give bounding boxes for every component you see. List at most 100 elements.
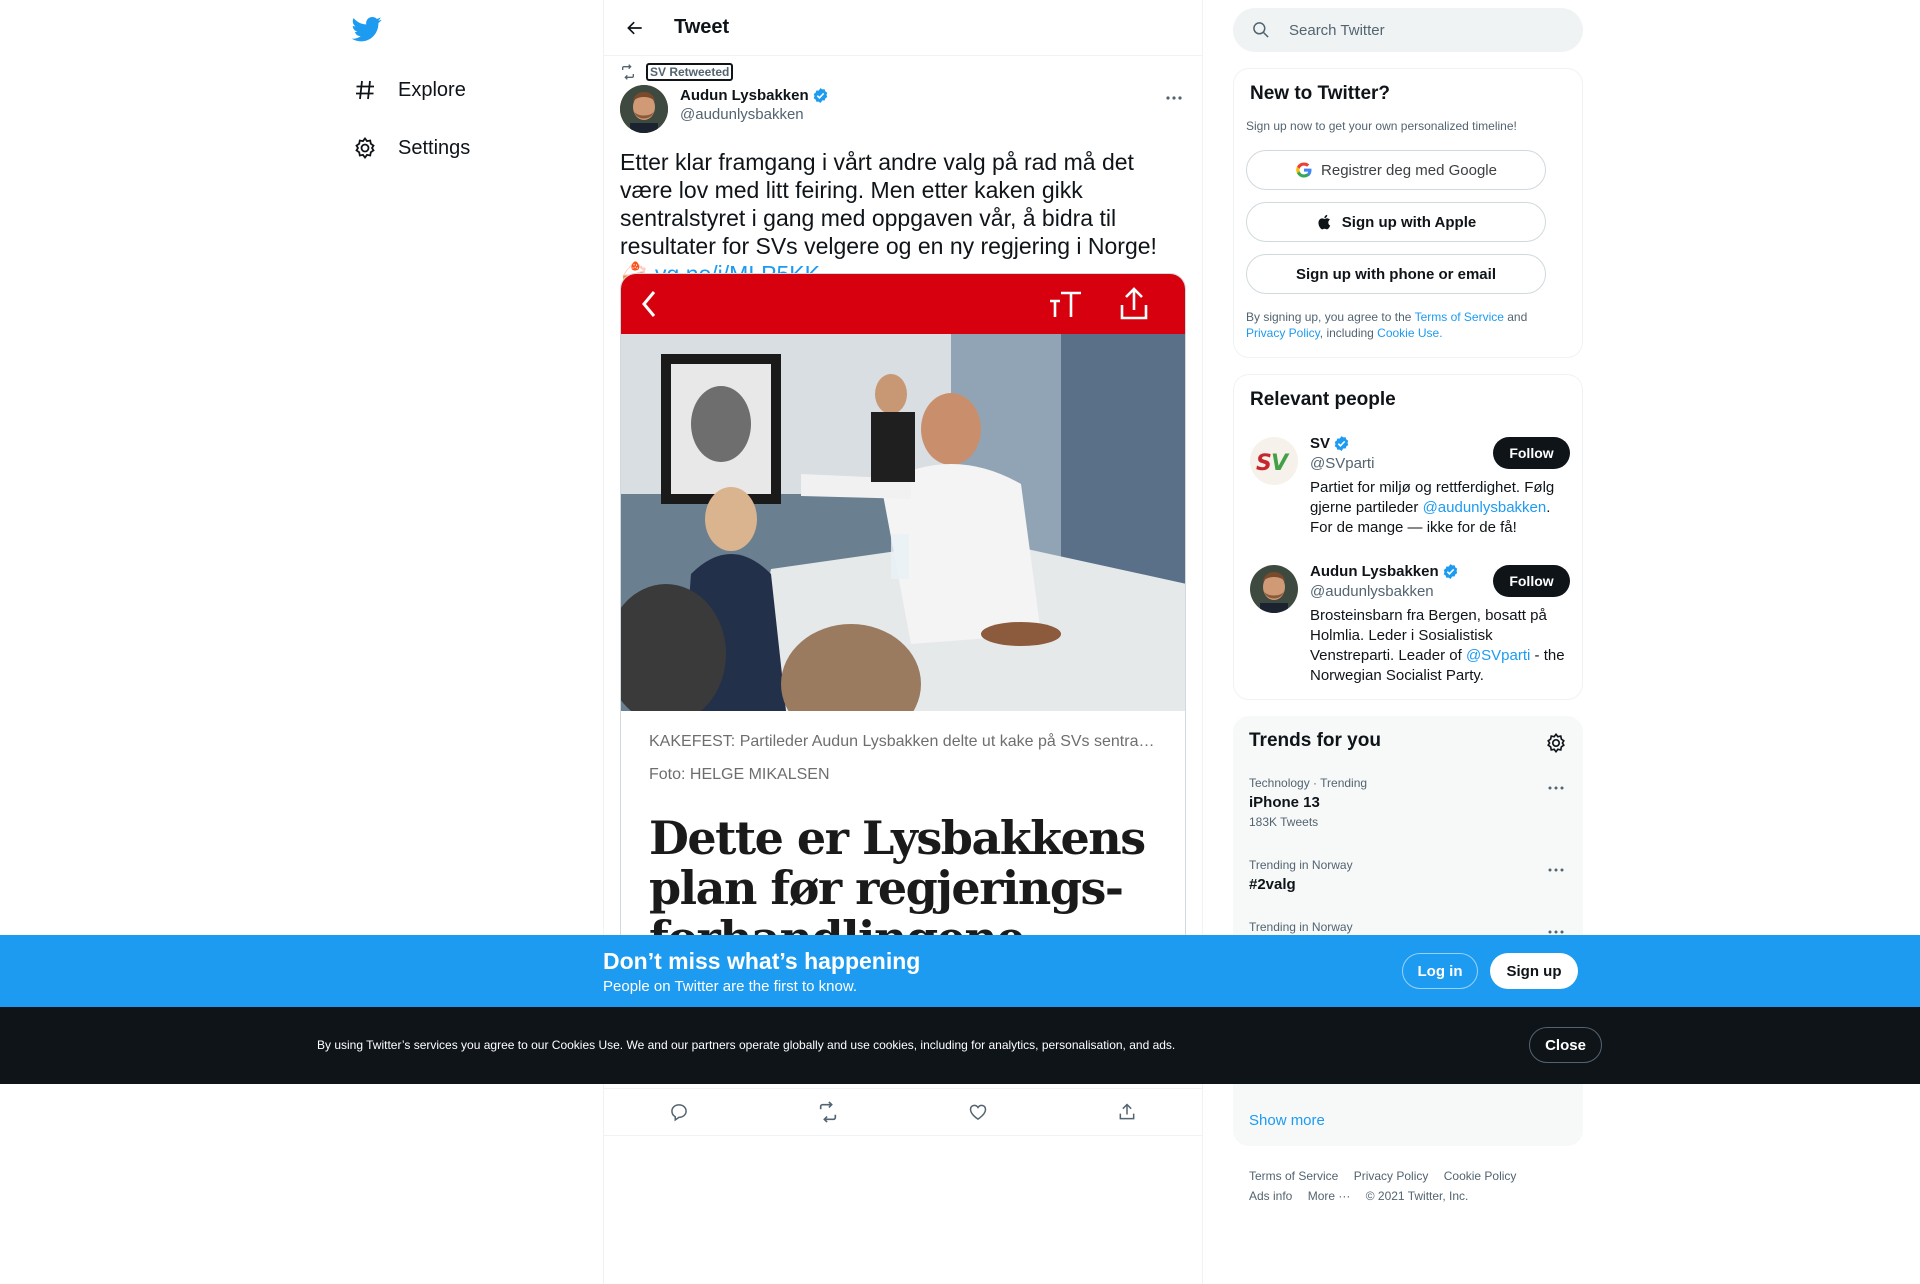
footer-copyright: © 2021 Twitter, Inc.: [1365, 1189, 1469, 1203]
signup-banner: Don’t miss what’s happening People on Tw…: [0, 935, 1920, 1007]
follow-button[interactable]: Follow: [1493, 437, 1570, 469]
nav-label-settings: Settings: [398, 136, 471, 159]
avatar[interactable]: [620, 85, 668, 133]
apple-icon: [1318, 214, 1330, 230]
verified-badge-icon: [1443, 564, 1457, 579]
reply-icon: [670, 1104, 687, 1122]
signup-button[interactable]: Sign up: [1490, 953, 1578, 989]
author-handle: @audunlysbakken: [680, 106, 804, 123]
main-header: Tweet: [604, 0, 1202, 56]
apple-signup-button[interactable]: Sign up with Apple: [1246, 202, 1546, 242]
tweet-text: Etter klar framgang i vårt andre valg på…: [620, 148, 1188, 288]
more-options-icon[interactable]: [1162, 88, 1186, 108]
footer-more-link[interactable]: More ···: [1308, 1189, 1351, 1203]
twitter-bird-icon[interactable]: [351, 14, 382, 44]
footer-ads-link[interactable]: Ads info: [1249, 1189, 1292, 1203]
back-button[interactable]: [618, 11, 652, 45]
relevant-people-title: Relevant people: [1250, 389, 1396, 410]
more-options-icon[interactable]: [1545, 862, 1567, 878]
phone-signup-label: Sign up with phone or email: [1295, 265, 1496, 283]
svg-text:S: S: [1256, 451, 1272, 476]
show-more-link[interactable]: Show more: [1249, 1112, 1325, 1129]
text-size-icon: [1050, 291, 1081, 317]
footer-cookie-link[interactable]: Cookie Policy: [1444, 1169, 1517, 1183]
nav-label-explore: Explore: [398, 78, 466, 101]
google-signup-button[interactable]: Registrer deg med Google: [1246, 150, 1546, 190]
tweet-actions: [604, 1088, 1202, 1136]
gear-icon[interactable]: [1545, 732, 1567, 754]
trend-item[interactable]: Technology · Trending iPhone 13 183K Twe…: [1249, 776, 1567, 829]
signup-banner-subtitle: People on Twitter are the first to know.: [603, 978, 858, 995]
avatar[interactable]: SV: [1250, 437, 1298, 485]
retweet-icon: [820, 1101, 837, 1123]
verified-badge-icon: [1334, 436, 1349, 451]
footer-terms-link[interactable]: Terms of Service: [1249, 1169, 1338, 1183]
trends-title: Trends for you: [1249, 730, 1381, 751]
terms-link[interactable]: Terms of Service: [1415, 310, 1504, 324]
new-to-twitter-subtitle: Sign up now to get your own personalized…: [1246, 119, 1517, 133]
share-icon: [1119, 1103, 1135, 1120]
author-name: Audun Lysbakken: [680, 87, 809, 104]
main-column: Tweet SV Retweeted Audun Lysbakken @audu…: [603, 0, 1203, 1284]
nav-item-settings[interactable]: Settings: [352, 128, 470, 168]
tweet-author[interactable]: Audun Lysbakken @audunlysbakken: [620, 85, 829, 133]
retweet-context: SV Retweeted: [620, 63, 734, 81]
trend-name: #2valg: [1249, 876, 1296, 893]
gear-icon: [352, 135, 378, 161]
trend-item[interactable]: Trending in Norway #2valg: [1249, 858, 1567, 893]
sidebar-footer: Terms of Service Privacy Policy Cookie P…: [1249, 1166, 1569, 1206]
nav-item-explore[interactable]: Explore: [352, 70, 466, 110]
apple-signup-label: Sign up with Apple: [1341, 213, 1477, 231]
share-page-icon: [1120, 287, 1148, 320]
retweet-button[interactable]: [811, 1095, 845, 1129]
reply-button[interactable]: [662, 1095, 696, 1129]
privacy-link[interactable]: Privacy Policy: [1246, 326, 1320, 340]
article-photo: [621, 334, 1185, 711]
cookie-banner: By using Twitter’s services you agree to…: [0, 1007, 1920, 1084]
photo-credit: Foto: HELGE MIKALSEN: [649, 766, 830, 783]
svg-text:V: V: [1271, 451, 1290, 476]
avatar[interactable]: [1250, 565, 1298, 613]
retweet-icon: [622, 64, 634, 80]
phone-email-signup-button[interactable]: Sign up with phone or email: [1246, 254, 1546, 294]
footer-row-1: Terms of Service Privacy Policy Cookie P…: [1249, 1166, 1569, 1186]
heart-icon: [969, 1104, 987, 1120]
terms-prefix: By signing up, you agree to the: [1246, 310, 1415, 324]
author-name-row[interactable]: Audun Lysbakken: [680, 87, 829, 104]
search-input[interactable]: [1289, 21, 1559, 39]
bio-mention-link[interactable]: @audunlysbakken: [1423, 499, 1547, 516]
new-to-twitter-card: New to Twitter? Sign up now to get your …: [1233, 68, 1583, 358]
new-to-twitter-title: New to Twitter?: [1250, 83, 1391, 104]
share-button[interactable]: [1110, 1095, 1144, 1129]
relevant-people-card: Relevant people SV SV @SVparti Partiet f…: [1233, 374, 1583, 700]
trend-meta: Technology · Trending: [1249, 776, 1368, 790]
trend-name: iPhone 13: [1249, 794, 1320, 811]
login-button[interactable]: Log in: [1402, 953, 1478, 989]
trend-meta: Trending in Norway: [1249, 858, 1353, 872]
footer-row-2: Ads info More ··· © 2021 Twitter, Inc.: [1249, 1186, 1569, 1206]
trend-meta: Trending in Norway: [1249, 920, 1353, 934]
follow-button[interactable]: Follow: [1493, 565, 1570, 597]
signup-terms: By signing up, you agree to the Terms of…: [1246, 309, 1566, 341]
cookie-use-link[interactable]: Cookie Use.: [1377, 326, 1442, 340]
search-box[interactable]: [1233, 8, 1583, 52]
search-icon: [1253, 22, 1269, 38]
photo-caption: KAKEFEST: Partileder Audun Lysbakken del…: [649, 733, 1185, 750]
terms-including: , including: [1319, 326, 1378, 340]
signup-banner-title: Don’t miss what’s happening: [603, 948, 921, 974]
verified-badge-icon: [813, 88, 827, 103]
bio-mention-link[interactable]: @SVparti: [1466, 647, 1530, 664]
person-name: SV: [1310, 435, 1331, 452]
person-bio: Partiet for miljø og rettferdighet. Følg…: [1310, 478, 1572, 538]
cookie-close-button[interactable]: Close: [1529, 1027, 1602, 1063]
more-options-icon[interactable]: [1545, 780, 1567, 796]
tweet-media[interactable]: KAKEFEST: Partileder Audun Lysbakken del…: [620, 273, 1186, 973]
trend-item[interactable]: Trending in Norway: [1249, 920, 1567, 934]
hashtag-icon: [352, 77, 378, 103]
google-signup-label: Registrer deg med Google: [1321, 161, 1497, 179]
like-button[interactable]: [961, 1095, 995, 1129]
chevron-left-icon: [642, 291, 656, 317]
person-bio: Brosteinsbarn fra Bergen, bosatt på Holm…: [1310, 606, 1572, 686]
footer-privacy-link[interactable]: Privacy Policy: [1354, 1169, 1429, 1183]
retweeted-by-link[interactable]: SV Retweeted: [646, 63, 734, 81]
